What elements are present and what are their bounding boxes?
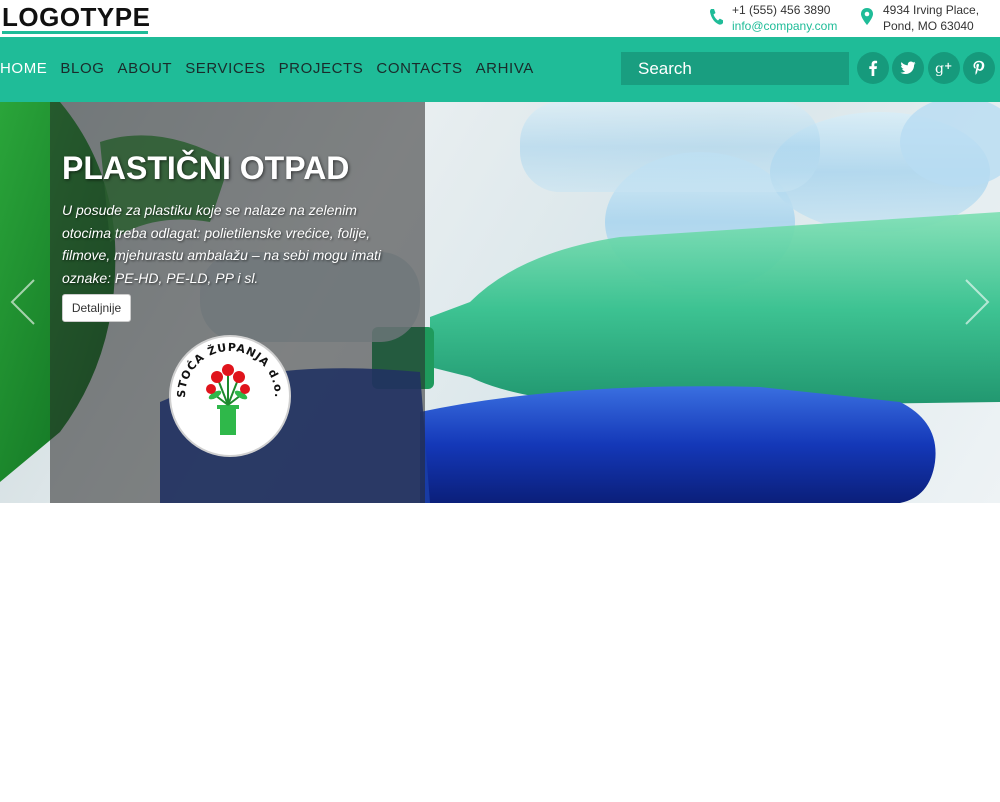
details-button[interactable]: Detaljnije xyxy=(62,294,131,322)
email-link[interactable]: info@company.com xyxy=(732,18,837,34)
pinterest-icon xyxy=(973,60,985,75)
company-emblem-graphic: ČISTOĆA ŽUPANJA d.o.o. xyxy=(166,327,284,435)
search-input[interactable] xyxy=(621,52,859,85)
twitter-icon xyxy=(900,61,916,74)
hero-description: U posude za plastiku koje se nalaze na z… xyxy=(62,202,382,286)
address-line-1: 4934 Irving Place, xyxy=(883,3,980,17)
facebook-button[interactable] xyxy=(857,52,889,84)
nav-item-contacts[interactable]: CONTACTS xyxy=(376,60,462,77)
hero-slider: PLASTIČNI OTPAD U posude za plastiku koj… xyxy=(0,102,1000,503)
twitter-button[interactable] xyxy=(892,52,924,84)
logo[interactable]: LOGOTYPE xyxy=(2,2,150,33)
facebook-icon xyxy=(869,60,878,76)
company-emblem: ČISTOĆA ŽUPANJA d.o.o. xyxy=(166,327,291,457)
phone-number: +1 (555) 456 3890 xyxy=(732,3,831,17)
nav-item-arhiva[interactable]: ARHIVA xyxy=(476,60,534,77)
nav-item-blog[interactable]: BLOG xyxy=(60,60,104,77)
nav-item-home[interactable]: HOME xyxy=(0,60,47,77)
phone-icon xyxy=(710,9,723,25)
svg-text:g: g xyxy=(935,61,944,76)
svg-text:+: + xyxy=(944,61,952,72)
slider-prev-arrow[interactable] xyxy=(8,272,38,332)
main-nav: HOME BLOG ABOUT SERVICES PROJECTS CONTAC… xyxy=(0,37,1000,102)
nav-item-projects[interactable]: PROJECTS xyxy=(279,60,364,77)
nav-item-services[interactable]: SERVICES xyxy=(185,60,265,77)
address-line-2: Pond, MO 63040 xyxy=(883,19,974,33)
slider-next-arrow[interactable] xyxy=(962,272,992,332)
nav-item-about[interactable]: ABOUT xyxy=(118,60,173,77)
nav-menu: HOME BLOG ABOUT SERVICES PROJECTS CONTAC… xyxy=(0,60,547,77)
location-pin-icon xyxy=(861,8,873,25)
logo-underline xyxy=(2,31,148,34)
google-plus-button[interactable]: g + xyxy=(928,52,960,84)
search-box xyxy=(621,52,875,85)
pinterest-button[interactable] xyxy=(963,52,995,84)
hero-title: PLASTIČNI OTPAD xyxy=(62,150,350,186)
top-bar: LOGOTYPE +1 (555) 456 3890 info@company.… xyxy=(0,0,1000,37)
google-plus-icon: g + xyxy=(935,61,952,76)
